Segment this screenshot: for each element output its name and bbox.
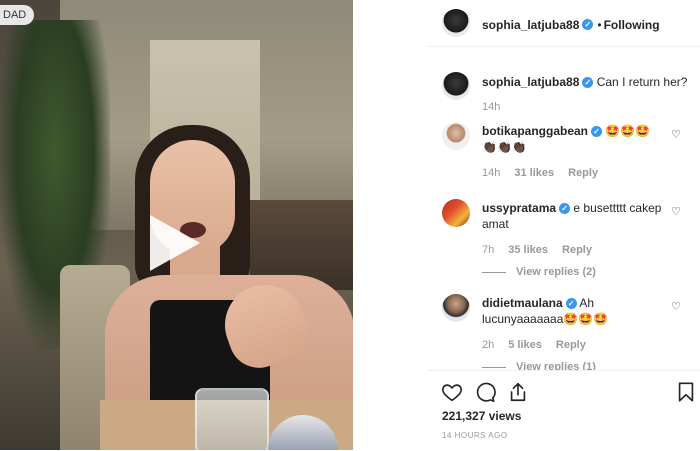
verified-icon: ✓ bbox=[582, 19, 594, 31]
comment-time: 7h bbox=[482, 244, 495, 256]
comment-item: ussypratama ✓ e busettttt cakep amat ♡ 7h… bbox=[428, 198, 700, 278]
verified-icon: ✓ bbox=[591, 126, 603, 138]
comment-text: Ah bbox=[579, 296, 595, 310]
comment-meta: 2h 5 likes Reply bbox=[482, 339, 600, 351]
header-user-line: sophia_latjuba88 ✓ • Following bbox=[482, 16, 660, 34]
comment-text-line2: lucunyaaaaaaa🤩🤩🤩 bbox=[482, 312, 609, 326]
caption-text: Can I return her? bbox=[596, 75, 688, 89]
comment-body: ussypratama ✓ e busettttt cakep amat bbox=[482, 200, 672, 232]
caption-line: sophia_latjuba88 ✓ Can I return her? bbox=[482, 74, 687, 90]
like-comment-heart-icon[interactable]: ♡ bbox=[670, 206, 682, 218]
comment-meta: 14h 31 likes Reply bbox=[482, 167, 612, 179]
comment-username[interactable]: ussypratama bbox=[482, 201, 556, 215]
comment-item: didietmaulana ✓ Ah lucunyaaaaaaa🤩🤩🤩 ♡ 2h 5… bbox=[428, 293, 700, 373]
reply-button[interactable]: Reply bbox=[556, 339, 586, 351]
caption-time: 14h bbox=[482, 101, 501, 113]
comment-text: e busettttt cakep bbox=[573, 201, 662, 215]
avatar[interactable] bbox=[442, 122, 470, 150]
comment-likes[interactable]: 31 likes bbox=[514, 167, 554, 179]
avatar[interactable] bbox=[442, 199, 470, 227]
post-timestamp: 14 HOURS AGO bbox=[442, 431, 508, 440]
post-sidebar: sophia_latjuba88 ✓ • Following sophia_latju… bbox=[428, 0, 700, 451]
video-badge: DAD bbox=[0, 5, 35, 25]
reply-button[interactable]: Reply bbox=[562, 244, 592, 256]
avatar[interactable] bbox=[442, 9, 470, 37]
comment-item: botikapanggabean ✓ 🤩🤩🤩 👏🏿👏🏿👏🏿 ♡ 14h 31 lik… bbox=[428, 121, 700, 181]
view-count[interactable]: 221,327 views bbox=[442, 409, 521, 423]
comment-meta: 7h 35 likes Reply bbox=[482, 244, 606, 256]
comment-likes[interactable]: 5 likes bbox=[508, 339, 542, 351]
avatar[interactable] bbox=[442, 72, 470, 100]
reply-button[interactable]: Reply bbox=[568, 167, 598, 179]
verified-icon: ✓ bbox=[565, 298, 577, 310]
comment-text-line2: amat bbox=[482, 217, 509, 231]
caption-username[interactable]: sophia_latjuba88 bbox=[482, 75, 579, 89]
comment-time: 2h bbox=[482, 339, 495, 351]
comment-body: botikapanggabean ✓ 🤩🤩🤩 👏🏿👏🏿👏🏿 bbox=[482, 123, 672, 155]
heart-icon[interactable] bbox=[441, 381, 463, 403]
comment-icon[interactable] bbox=[474, 381, 496, 403]
glass bbox=[195, 388, 269, 450]
comment-likes[interactable]: 35 likes bbox=[508, 244, 548, 256]
comment-text: 🤩🤩🤩 bbox=[605, 124, 651, 138]
bookmark-icon[interactable] bbox=[675, 381, 697, 403]
video-player[interactable]: DAD bbox=[0, 0, 353, 450]
verified-icon: ✓ bbox=[559, 203, 571, 215]
comment-username[interactable]: botikapanggabean bbox=[482, 124, 588, 138]
verified-icon: ✓ bbox=[582, 77, 594, 89]
like-comment-heart-icon[interactable]: ♡ bbox=[670, 129, 682, 141]
view-replies-link[interactable]: View replies (2) bbox=[482, 266, 596, 278]
play-icon[interactable] bbox=[150, 215, 200, 271]
post-actions: 221,327 views 14 HOURS AGO bbox=[428, 370, 700, 451]
comment-body: didietmaulana ✓ Ah lucunyaaaaaaa🤩🤩🤩 bbox=[482, 295, 672, 327]
view-replies-row: View replies (2) bbox=[482, 262, 596, 280]
avatar[interactable] bbox=[442, 294, 470, 322]
header-username[interactable]: sophia_latjuba88 bbox=[482, 18, 579, 32]
comment-time: 14h bbox=[482, 167, 501, 179]
comment-text-line2: 👏🏿👏🏿👏🏿 bbox=[482, 140, 527, 154]
post-header: sophia_latjuba88 ✓ • Following bbox=[428, 0, 700, 47]
like-comment-heart-icon[interactable]: ♡ bbox=[670, 301, 682, 313]
following-button[interactable]: Following bbox=[604, 18, 660, 32]
share-icon[interactable] bbox=[507, 381, 529, 403]
caption: sophia_latjuba88 ✓ Can I return her? 14h bbox=[428, 72, 700, 122]
comment-username[interactable]: didietmaulana bbox=[482, 296, 563, 310]
separator-dot: • bbox=[597, 18, 602, 32]
